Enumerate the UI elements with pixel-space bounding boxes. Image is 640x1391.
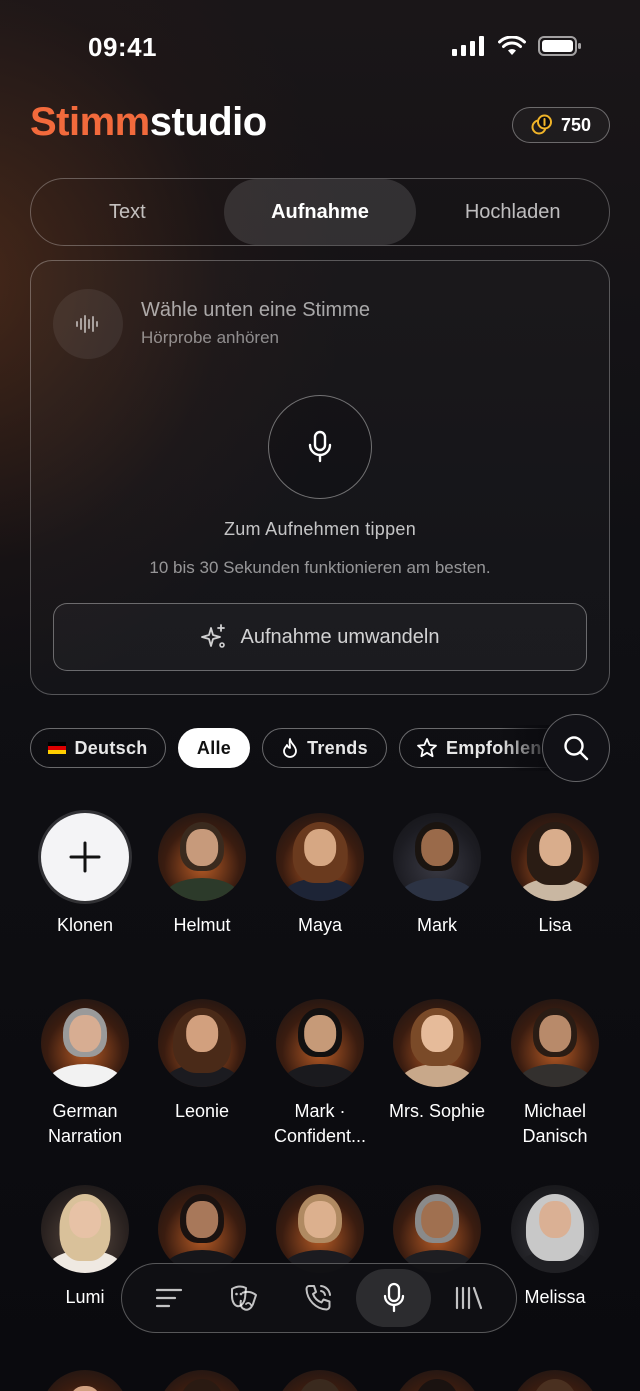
clone-avatar [41, 813, 129, 901]
record-card: Wähle unten eine Stimme Hörprobe anhören… [30, 260, 610, 695]
nav-list[interactable] [132, 1269, 207, 1327]
voice-item[interactable] [143, 1370, 261, 1391]
search-icon [564, 736, 589, 761]
avatar [276, 1185, 364, 1273]
sparkles-icon [201, 624, 226, 648]
voice-item[interactable] [261, 1370, 379, 1391]
avatar [41, 999, 129, 1087]
voice-item[interactable] [378, 1370, 496, 1391]
avatar [393, 1370, 481, 1391]
avatar [393, 1185, 481, 1273]
voice-item[interactable]: Lisa [496, 813, 614, 938]
tab-aufnahme[interactable]: Aufnahme [223, 179, 417, 245]
voice-item[interactable]: Leonie [143, 999, 261, 1124]
coins-icon [531, 114, 552, 135]
list-icon [156, 1288, 183, 1308]
filter-chips: Deutsch Alle Trends Empfohlen [30, 728, 550, 768]
voice-item[interactable]: Michael Danisch [496, 999, 614, 1149]
star-icon [417, 738, 437, 758]
flame-icon [283, 738, 297, 758]
filter-alle[interactable]: Alle [178, 728, 250, 768]
voice-name: Mark · Confident... [273, 1101, 367, 1146]
tap-to-record-label: Zum Aufnehmen tippen [223, 519, 417, 539]
avatar [511, 813, 599, 901]
avatar [511, 1370, 599, 1391]
avatar [41, 1370, 129, 1391]
voice-name: Lisa [538, 915, 572, 935]
signal-icon [452, 36, 484, 56]
voice-name: Mrs. Sophie [388, 1101, 486, 1121]
avatar [393, 999, 481, 1087]
voice-name: Mark [417, 915, 457, 935]
avatar [158, 999, 246, 1087]
voice-name: Michael Danisch [522, 1101, 588, 1146]
card-title: Wähle unten eine Stimme [141, 299, 371, 321]
nav-calls[interactable] [282, 1269, 357, 1327]
voice-name: Leonie [174, 1101, 230, 1121]
voice-name: German Narration [47, 1101, 123, 1146]
waveform-icon [76, 315, 98, 333]
voice-name: Maya [297, 915, 342, 935]
search-button[interactable] [542, 714, 610, 782]
voice-item[interactable] [26, 1370, 144, 1391]
phone-call-icon [305, 1285, 331, 1311]
status-bar: 09:41 [0, 30, 640, 66]
nav-record[interactable] [356, 1269, 432, 1327]
avatar [276, 999, 364, 1087]
avatar [158, 1185, 246, 1273]
convert-recording-button[interactable]: Aufnahme umwandeln [53, 603, 587, 671]
credits-badge[interactable]: 750 [512, 107, 610, 143]
microphone-icon [383, 1282, 404, 1313]
credits-value: 750 [560, 114, 592, 135]
avatar [158, 813, 246, 901]
voice-item[interactable]: Mark [378, 813, 496, 938]
voice-name: Klonen [56, 915, 114, 935]
nav-characters[interactable] [207, 1269, 282, 1327]
voice-item[interactable]: Mark · Confident... [261, 999, 379, 1149]
avatar [276, 813, 364, 901]
avatar [511, 1185, 599, 1273]
avatar [276, 1370, 364, 1391]
record-hint: 10 bis 30 Sekunden funktionieren am best… [149, 558, 491, 577]
wifi-icon [498, 36, 526, 55]
voice-item[interactable]: Maya [261, 813, 379, 938]
status-time: 09:41 [88, 32, 157, 62]
voice-clone[interactable]: Klonen [26, 813, 144, 938]
library-icon [455, 1286, 482, 1310]
microphone-icon [308, 430, 332, 463]
mode-tabs: Text Aufnahme Hochladen [30, 178, 610, 246]
voice-item[interactable] [496, 1370, 614, 1391]
theater-masks-icon [231, 1285, 258, 1311]
nav-library[interactable] [431, 1269, 506, 1327]
selected-voice-avatar[interactable] [53, 289, 123, 359]
avatar [158, 1370, 246, 1391]
tab-text[interactable]: Text [31, 179, 224, 245]
plus-icon [69, 841, 101, 873]
avatar [41, 1185, 129, 1273]
voice-item[interactable]: German Narration [26, 999, 144, 1149]
tab-hochladen[interactable]: Hochladen [416, 179, 609, 245]
app-screen: 09:41 Stimmstudio 750 Text Aufnahme Hoch… [0, 0, 640, 1391]
bottom-nav [121, 1263, 517, 1333]
avatar [511, 999, 599, 1087]
convert-label: Aufnahme umwandeln [240, 625, 440, 648]
filter-deutsch[interactable]: Deutsch [30, 728, 166, 768]
voice-item[interactable]: Helmut [143, 813, 261, 938]
avatar [393, 813, 481, 901]
battery-icon [538, 36, 581, 56]
header: Stimmstudio 750 [30, 100, 610, 154]
voice-name: Helmut [173, 915, 231, 935]
card-subtitle: Hörprobe anhören [141, 328, 279, 347]
voice-item[interactable]: Mrs. Sophie [378, 999, 496, 1124]
record-button[interactable] [268, 395, 372, 499]
status-icons [452, 36, 582, 56]
filter-trends[interactable]: Trends [262, 728, 387, 768]
german-flag-icon [48, 742, 67, 754]
